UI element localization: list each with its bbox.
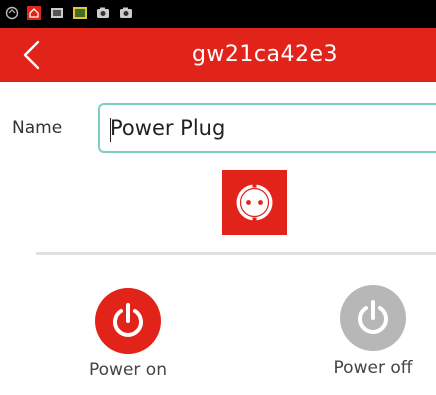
status-bar (0, 0, 436, 28)
image-icon (73, 5, 87, 19)
app-bar: gw21ca42e3 (0, 28, 436, 82)
power-icon (358, 300, 388, 334)
screen-icon (50, 5, 64, 19)
camera-alt-icon (119, 5, 133, 19)
sync-icon (5, 5, 19, 20)
power-on-label: Power on (89, 360, 167, 380)
name-label: Name (12, 118, 63, 138)
page-title: gw21ca42e3 (191, 42, 339, 67)
divider (36, 252, 436, 255)
power-icon (113, 303, 143, 337)
name-input[interactable] (110, 113, 430, 143)
chevron-left-icon (23, 40, 40, 70)
back-button[interactable] (14, 37, 50, 73)
camera-icon (96, 5, 110, 19)
power-on-button[interactable] (95, 288, 161, 354)
home-app-icon (27, 5, 41, 20)
device-settings-screen: gw21ca42e3 Name Power on Power off (0, 0, 436, 395)
name-field[interactable] (98, 103, 436, 153)
power-off-label: Power off (333, 358, 413, 378)
power-socket-icon (222, 170, 287, 235)
power-off-button[interactable] (340, 285, 406, 351)
